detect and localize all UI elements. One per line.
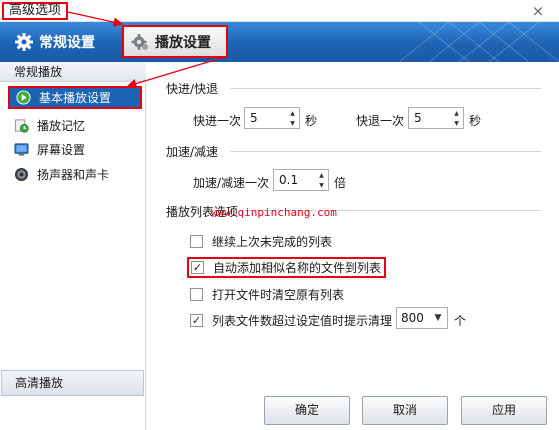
close-icon[interactable]: × bbox=[529, 2, 547, 20]
forward-step-value[interactable]: 5 bbox=[245, 111, 286, 125]
stepper-up-icon[interactable]: ▲ bbox=[315, 170, 328, 180]
tab-general-settings[interactable]: 常规设置 bbox=[14, 22, 122, 62]
gear-icon bbox=[131, 33, 148, 50]
stepper-down-icon[interactable]: ▼ bbox=[286, 118, 299, 128]
sidebar-section-hd-playback[interactable]: 高清播放 bbox=[1, 370, 144, 396]
speed-label: 加速/减速一次 bbox=[193, 176, 270, 190]
title-bar: 高级选项 × bbox=[0, 0, 559, 22]
forward-unit: 秒 bbox=[305, 114, 318, 128]
stepper-up-icon[interactable]: ▲ bbox=[286, 108, 299, 118]
sidebar-item-label: 播放记忆 bbox=[37, 119, 86, 133]
monitor-icon bbox=[14, 143, 29, 156]
play-circle-icon bbox=[16, 90, 31, 105]
backward-label: 快退一次 bbox=[356, 114, 405, 128]
tab-label: 常规设置 bbox=[39, 35, 95, 51]
threshold-unit: 个 bbox=[454, 314, 467, 328]
tab-playback-settings[interactable]: 播放设置 bbox=[122, 25, 228, 58]
apply-button[interactable]: 应用 bbox=[461, 396, 547, 425]
option-label: 继续上次未完成的列表 bbox=[212, 235, 333, 249]
section-divider bbox=[230, 88, 541, 89]
sidebar-item-screen-settings[interactable]: 屏幕设置 bbox=[8, 138, 142, 161]
sidebar-item-label: 屏幕设置 bbox=[37, 143, 86, 157]
sidebar-item-label: 扬声器和声卡 bbox=[37, 168, 110, 182]
option-continue-list[interactable]: 继续上次未完成的列表 bbox=[190, 233, 332, 250]
tab-bar: 常规设置 播放设置 bbox=[0, 22, 559, 62]
backward-step-value[interactable]: 5 bbox=[409, 111, 450, 125]
speed-step-value[interactable]: 0.1 bbox=[274, 173, 315, 187]
checkbox-checked[interactable]: ✓ bbox=[191, 261, 204, 274]
speed-unit: 倍 bbox=[334, 176, 347, 190]
section-divider bbox=[230, 151, 541, 152]
threshold-value: 800 bbox=[401, 311, 424, 325]
backward-unit: 秒 bbox=[469, 114, 482, 128]
option-label: 打开文件时清空原有列表 bbox=[212, 288, 345, 302]
option-auto-add-similar[interactable]: ✓ 自动添加相似名称的文件到列表 bbox=[187, 257, 387, 278]
speed-step-stepper[interactable]: 0.1 ▲ ▼ bbox=[273, 169, 329, 191]
sidebar-item-playback-memory[interactable]: 播放记忆 bbox=[8, 114, 142, 137]
stepper-down-icon[interactable]: ▼ bbox=[315, 180, 328, 190]
option-clear-list-on-open[interactable]: 打开文件时清空原有列表 bbox=[190, 286, 344, 303]
sidebar-section-header[interactable]: 常规播放 bbox=[0, 62, 146, 82]
section-title-seek: 快进/快退 bbox=[166, 82, 219, 96]
sidebar-item-speaker-soundcard[interactable]: 扬声器和声卡 bbox=[8, 163, 142, 186]
stepper-up-icon[interactable]: ▲ bbox=[450, 108, 463, 118]
cancel-button[interactable]: 取消 bbox=[362, 396, 448, 425]
checkbox[interactable] bbox=[190, 288, 203, 301]
forward-step-stepper[interactable]: 5 ▲ ▼ bbox=[244, 107, 300, 129]
watermark-text: www.qinpinchang.com bbox=[211, 206, 337, 219]
option-cleanup-prompt[interactable]: ✓ 列表文件数超过设定值时提示清理 bbox=[190, 312, 392, 329]
backward-step-stepper[interactable]: 5 ▲ ▼ bbox=[408, 107, 464, 129]
checkbox-checked[interactable]: ✓ bbox=[190, 314, 203, 327]
stepper-down-icon[interactable]: ▼ bbox=[450, 118, 463, 128]
option-label: 列表文件数超过设定值时提示清理 bbox=[212, 314, 393, 328]
sidebar-item-basic-playback[interactable]: 基本播放设置 bbox=[8, 86, 142, 109]
window-title: 高级选项 bbox=[2, 2, 69, 20]
sidebar: 常规播放 基本播放设置 播放记忆 屏幕设置 扬声器和声卡 高清播放 bbox=[0, 62, 146, 430]
option-label: 自动添加相似名称的文件到列表 bbox=[213, 261, 382, 275]
threshold-select[interactable]: 800 ▼ bbox=[396, 307, 448, 329]
forward-label: 快进一次 bbox=[193, 114, 242, 128]
clock-icon bbox=[14, 119, 29, 133]
speaker-icon bbox=[14, 167, 29, 182]
section-title-speed: 加速/减速 bbox=[166, 145, 219, 159]
decorative-pattern bbox=[398, 22, 559, 62]
sidebar-item-label: 基本播放设置 bbox=[39, 91, 112, 105]
chevron-down-icon[interactable]: ▼ bbox=[429, 313, 447, 323]
ok-button[interactable]: 确定 bbox=[264, 396, 350, 425]
gear-icon bbox=[15, 33, 33, 51]
tab-label: 播放设置 bbox=[155, 34, 211, 51]
checkbox[interactable] bbox=[190, 235, 203, 248]
